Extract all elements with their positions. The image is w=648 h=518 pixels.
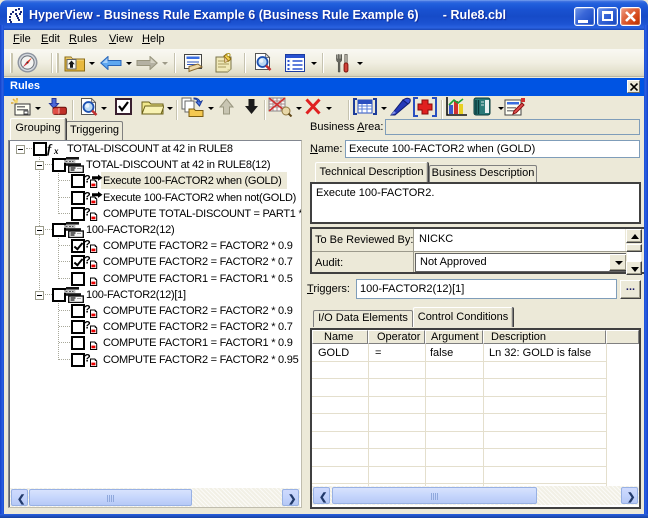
svg-text:?: ?	[84, 207, 91, 219]
svg-text:f: f	[47, 142, 53, 156]
svg-text:?: ?	[84, 255, 91, 267]
svg-text:?: ?	[84, 239, 91, 251]
svg-text:?: ?	[84, 174, 91, 186]
svg-text:?: ?	[84, 320, 91, 332]
svg-text:?: ?	[84, 304, 91, 316]
svg-text:?: ?	[84, 191, 91, 203]
svg-text:x: x	[53, 146, 59, 156]
svg-text:?: ?	[84, 353, 91, 365]
